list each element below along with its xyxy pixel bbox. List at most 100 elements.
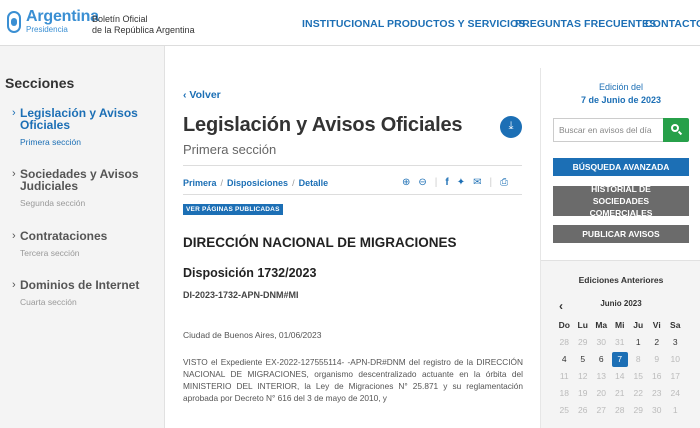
- calendar-day: 14: [615, 371, 625, 381]
- calendar-day: 29: [633, 405, 643, 415]
- breadcrumb: Primera / Disposiciones / Detalle: [183, 178, 329, 188]
- calendar-day: 12: [578, 371, 588, 381]
- sections-title: Secciones: [5, 75, 75, 91]
- logo-name: Argentina: [26, 8, 99, 25]
- sidebar-item-primera[interactable]: › Legislación y Avisos Oficiales Primera…: [12, 107, 152, 147]
- place-date: Ciudad de Buenos Aires, 01/06/2023: [183, 330, 322, 340]
- calendar-day[interactable]: 1: [629, 334, 648, 351]
- history-button[interactable]: HISTORIAL DE SOCIEDADES COMERCIALES: [553, 184, 689, 218]
- chevron-left-icon: ‹: [183, 89, 187, 101]
- calendar-day: 30: [652, 405, 662, 415]
- email-icon[interactable]: ✉: [473, 177, 481, 188]
- boletin-line-2: de la República Argentina: [92, 25, 195, 35]
- calendar-day: 25: [559, 405, 569, 415]
- calendar-day[interactable]: 5: [574, 351, 593, 368]
- calendar-day: 18: [559, 388, 569, 398]
- nav-institucional[interactable]: INSTITUCIONAL: [302, 18, 384, 30]
- calendar-day: 29: [578, 337, 588, 347]
- sidebar-item-sub: Primera sección: [20, 137, 81, 147]
- edition-date: 7 de Junio de 2023: [580, 95, 662, 105]
- calendar-day: 8: [635, 354, 641, 364]
- divider: [183, 194, 522, 195]
- disposition-code: DI-2023-1732-APN-DNM#MI: [183, 290, 299, 300]
- calendar-day: 16: [652, 371, 662, 381]
- download-button[interactable]: ⤓: [500, 116, 522, 138]
- calendar-day: 28: [615, 405, 625, 415]
- calendar-weekday: Sa: [670, 320, 681, 330]
- calendar-day: 24: [670, 388, 680, 398]
- calendar-day: 30: [596, 337, 606, 347]
- calendar-weekday: Mi: [615, 320, 625, 330]
- facebook-icon[interactable]: f: [445, 177, 448, 188]
- calendar-day: 10: [670, 354, 680, 364]
- chevron-right-icon: ›: [12, 230, 16, 242]
- calendar-day: 22: [633, 388, 643, 398]
- calendar-day[interactable]: 4: [555, 351, 574, 368]
- calendar-day: 20: [596, 388, 606, 398]
- chevron-right-icon: ›: [12, 168, 16, 180]
- back-label: Volver: [189, 89, 221, 101]
- sidebar-item-segunda[interactable]: › Sociedades y Avisos Judiciales Segunda…: [12, 168, 152, 208]
- calendar-day: 23: [652, 388, 662, 398]
- calendar-weekday: Lu: [577, 320, 588, 330]
- nav-productos-servicios[interactable]: PRODUCTOS Y SERVICIOS: [387, 18, 525, 30]
- calendar-day[interactable]: 6: [592, 351, 611, 368]
- sidebar-item-tercera[interactable]: › Contrataciones Tercera sección: [12, 230, 152, 258]
- breadcrumb-disposiciones[interactable]: Disposiciones: [227, 178, 288, 188]
- download-icon: ⤓: [508, 120, 514, 132]
- back-link[interactable]: ‹ Volver: [183, 89, 221, 101]
- toolbar: ⊕ ⊖ | f ✦ ✉ | ⎙: [402, 177, 509, 188]
- calendar-day: 1: [672, 405, 678, 415]
- chevron-right-icon: ›: [12, 107, 16, 119]
- nav-preguntas-frecuentes[interactable]: PREGUNTAS FRECUENTES: [515, 18, 656, 30]
- calendar-day: 31: [615, 337, 625, 347]
- page-subtitle: Primera sección: [183, 142, 277, 157]
- publish-button[interactable]: PUBLICAR AVISOS: [553, 225, 689, 243]
- breadcrumb-primera[interactable]: Primera: [183, 178, 217, 188]
- published-pages-button[interactable]: VER PÁGINAS PUBLICADAS: [183, 204, 283, 215]
- zoom-in-icon[interactable]: ⊕: [402, 177, 410, 188]
- calendar-weekday: Vi: [652, 320, 661, 330]
- disposition-title: Disposición 1732/2023: [183, 266, 317, 280]
- argentina-logo[interactable]: Argentina Presidencia: [6, 8, 99, 36]
- search-button[interactable]: [663, 118, 689, 142]
- calendar-weekday: Ma: [595, 320, 608, 330]
- calendar-day-selected[interactable]: 7: [611, 352, 628, 367]
- nav-contacto[interactable]: CONTACTO: [645, 18, 700, 30]
- sidebar-item-label: Legislación y Avisos Oficiales: [20, 106, 138, 132]
- logo-sub: Presidencia: [26, 25, 68, 34]
- organization-heading: DIRECCIÓN NACIONAL DE MIGRACIONES: [183, 235, 457, 250]
- right-sidebar: Edición del 7 de Junio de 2023 Buscar en…: [540, 68, 700, 428]
- twitter-icon[interactable]: ✦: [457, 177, 465, 188]
- zoom-out-icon[interactable]: ⊖: [418, 177, 426, 188]
- calendar-day: 17: [670, 371, 680, 381]
- boletin-title[interactable]: Boletín Oficial de la República Argentin…: [92, 14, 195, 36]
- boletin-line-1: Boletín Oficial: [92, 14, 148, 24]
- breadcrumb-detalle[interactable]: Detalle: [299, 178, 329, 188]
- calendar-day: 27: [596, 405, 606, 415]
- advanced-search-button[interactable]: BÚSQUEDA AVANZADA: [553, 158, 689, 176]
- calendar-month: Junio 2023: [600, 299, 642, 308]
- sidebar-item-cuarta[interactable]: › Dominios de Internet Cuarta sección: [12, 279, 152, 307]
- sidebar-item-label: Dominios de Internet: [20, 278, 140, 292]
- calendar-day: 19: [578, 388, 588, 398]
- body-text: VISTO el Expediente EX-2022-127555114- -…: [183, 357, 523, 403]
- calendar-day: 15: [633, 371, 643, 381]
- calendar-grid: Do Lu Ma Mi Ju Vi Sa 28 29 30 31 1 2 3 4 5 6 7 8 9 10 11 12 13 1…: [555, 317, 685, 419]
- sidebar-item-label: Sociedades y Avisos Judiciales: [20, 167, 139, 193]
- calendar-day[interactable]: 3: [666, 334, 685, 351]
- sidebar-item-label: Contrataciones: [20, 229, 108, 243]
- divider: [183, 165, 522, 166]
- chevron-right-icon: ›: [12, 279, 16, 291]
- print-icon[interactable]: ⎙: [500, 177, 508, 188]
- calendar-day: 26: [578, 405, 588, 415]
- sidebar-item-sub: Cuarta sección: [20, 297, 77, 307]
- calendar-day: 9: [654, 354, 660, 364]
- page-title: Legislación y Avisos Oficiales: [183, 114, 463, 136]
- sections-sidebar: Secciones › Legislación y Avisos Oficial…: [0, 46, 165, 428]
- calendar-day: 13: [596, 371, 606, 381]
- search-input[interactable]: Buscar en avisos del día: [553, 118, 664, 142]
- calendar-day[interactable]: 2: [648, 334, 667, 351]
- calendar-day: 21: [615, 388, 625, 398]
- calendar-weekday: Ju: [633, 320, 644, 330]
